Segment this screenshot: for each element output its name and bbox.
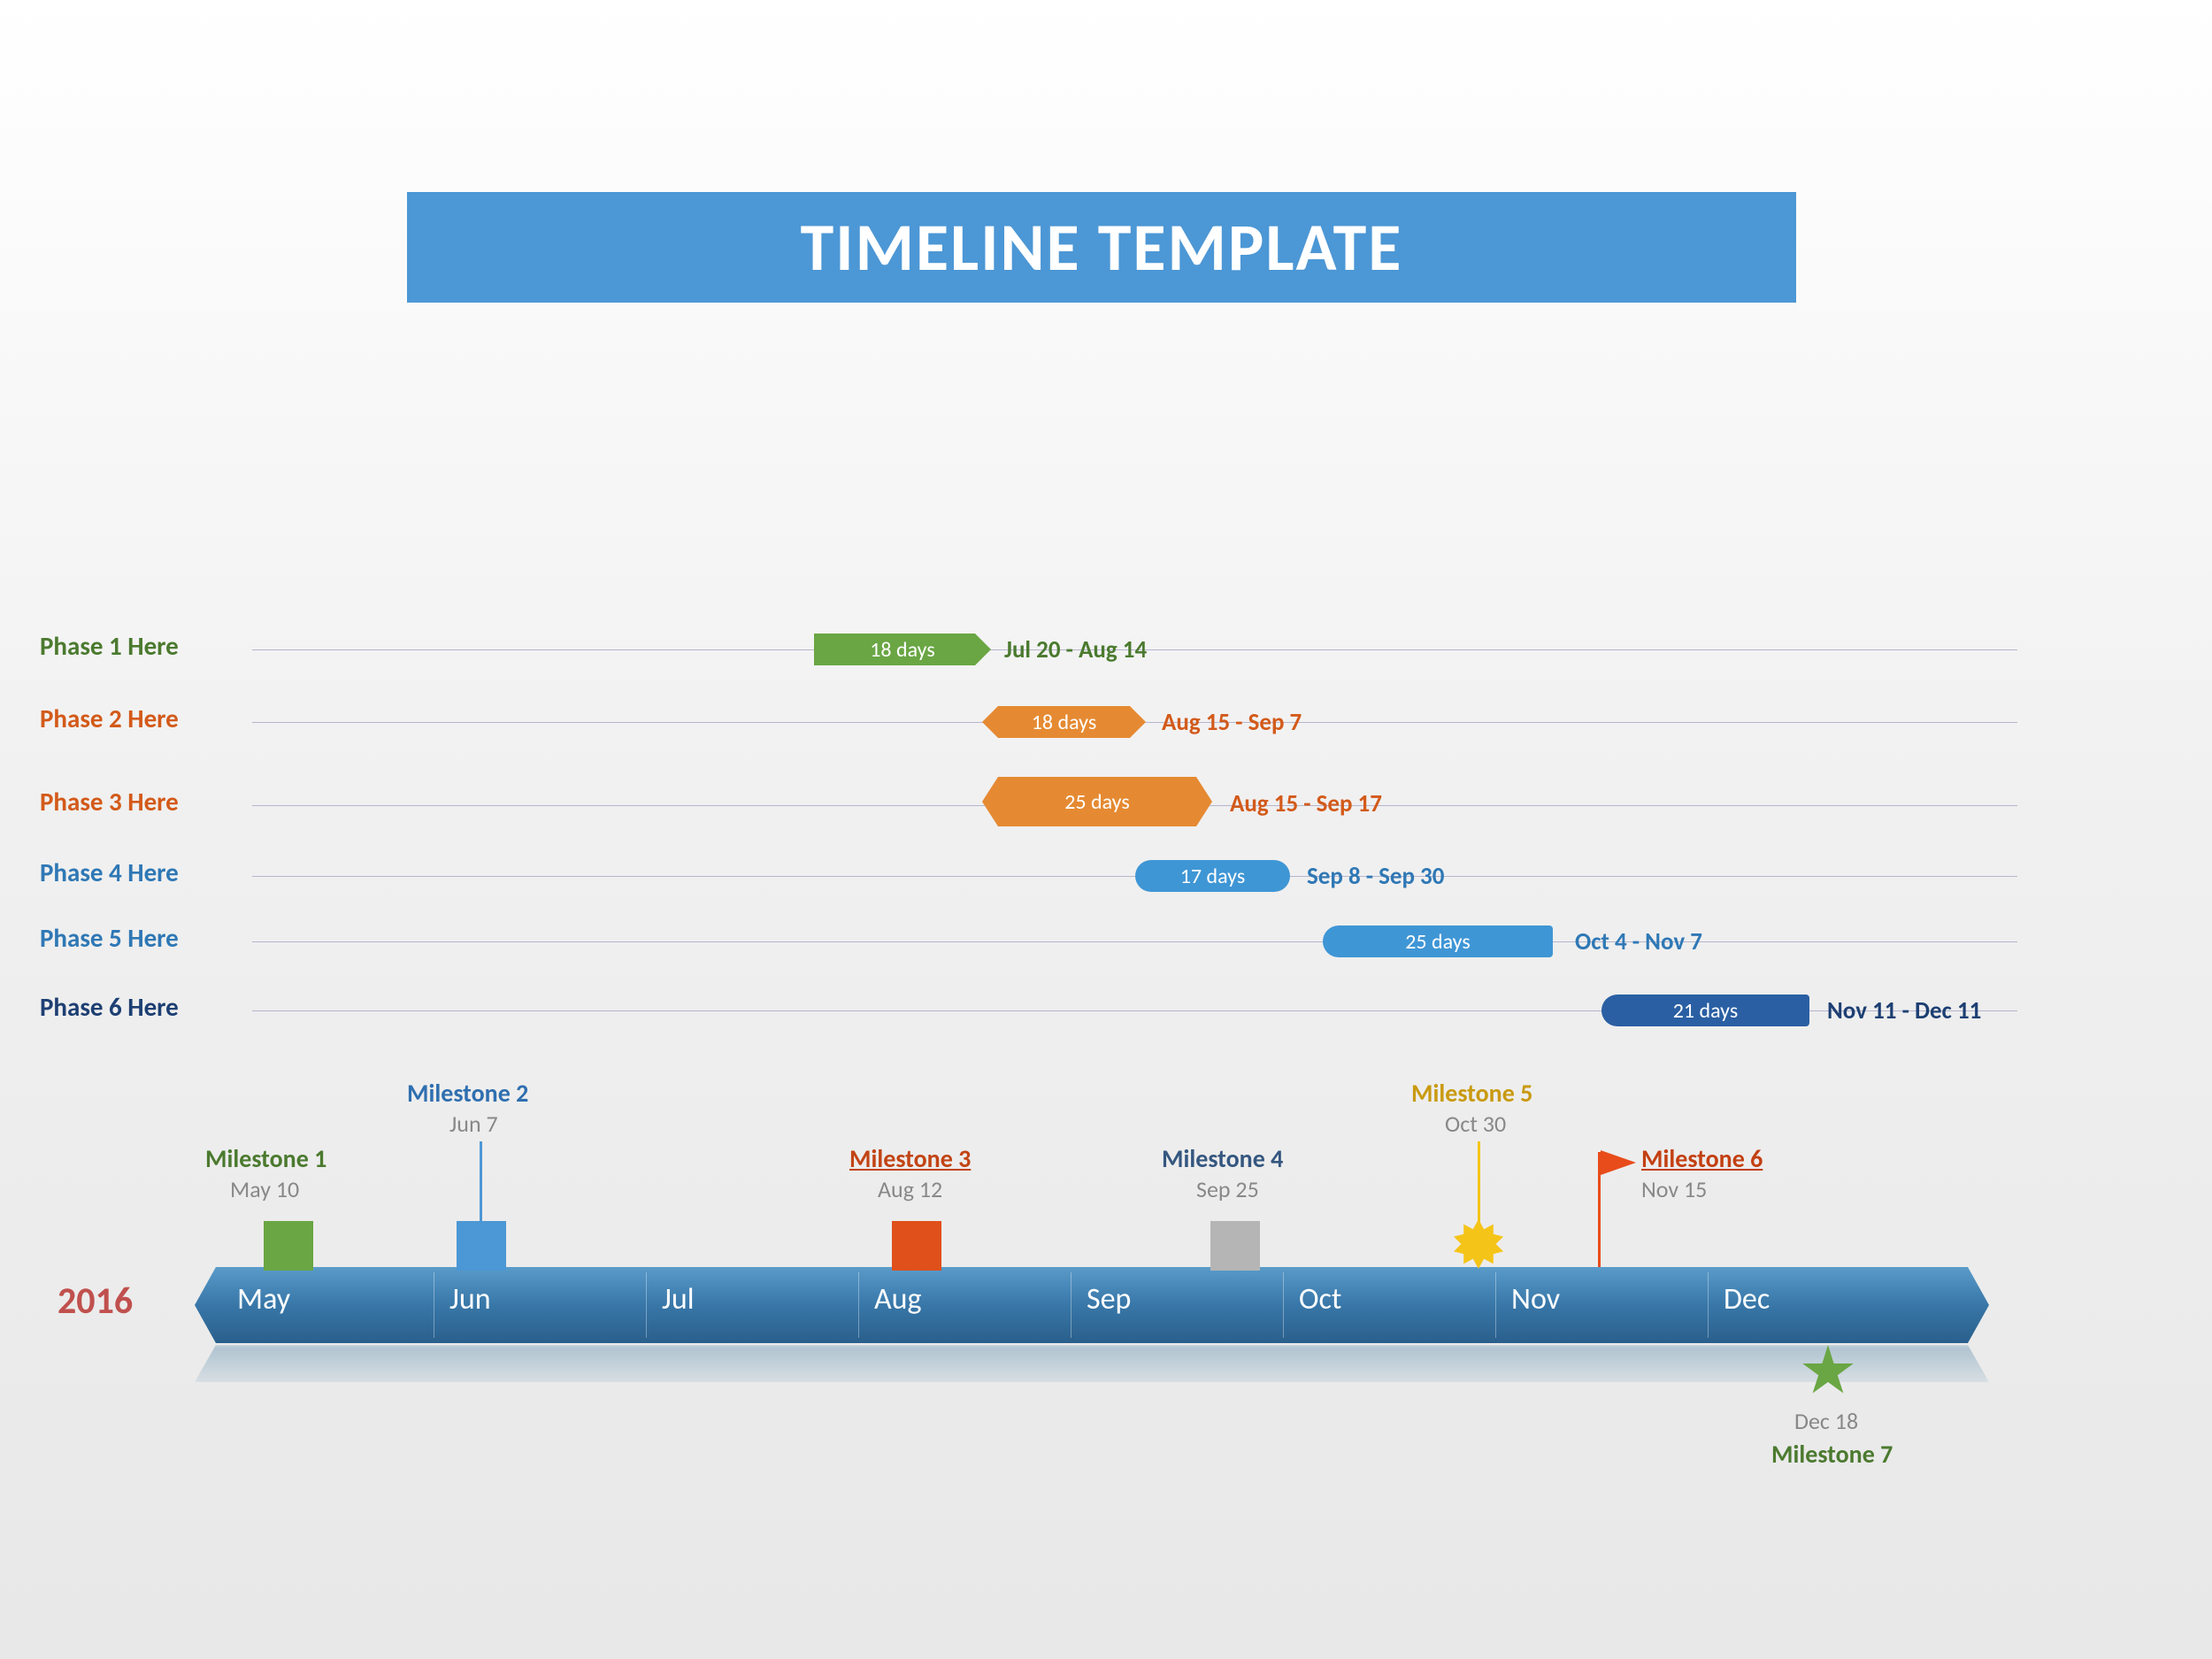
phase-bar: 21 days — [1601, 995, 1809, 1026]
milestone-date: Aug 12 — [878, 1175, 942, 1203]
milestone-name: Milestone 5 — [1411, 1078, 1532, 1109]
milestone-name: Milestone 1 — [205, 1143, 326, 1174]
phase-range: Aug 15 - Sep 7 — [1162, 708, 1302, 737]
milestone-name: Milestone 4 — [1162, 1143, 1283, 1174]
phase-label: Phase 3 Here — [40, 786, 179, 818]
milestone-name: Milestone 6 — [1641, 1143, 1763, 1174]
phase-bar: 18 days — [982, 706, 1146, 738]
month-label: Jun — [449, 1281, 491, 1317]
milestone-stem — [1478, 1141, 1480, 1230]
square-icon — [1210, 1221, 1260, 1271]
month-tick — [1495, 1272, 1496, 1338]
month-tick — [858, 1272, 859, 1338]
phase-duration: 21 days — [1673, 998, 1738, 1024]
month-label: Nov — [1511, 1281, 1560, 1317]
phase-label: Phase 4 Here — [40, 856, 179, 888]
phase-row: Phase 4 Here 17 days Sep 8 - Sep 30 — [40, 856, 2017, 897]
milestone-date: Jun 7 — [449, 1110, 498, 1138]
square-icon — [892, 1221, 941, 1271]
milestone-name: Milestone 2 — [407, 1078, 528, 1109]
phase-label: Phase 1 Here — [40, 630, 179, 662]
milestone-date: Nov 15 — [1641, 1175, 1707, 1203]
title-text: TIMELINE TEMPLATE — [801, 207, 1403, 288]
month-label: Oct — [1299, 1281, 1341, 1317]
month-label: Jul — [662, 1281, 695, 1317]
phase-bar: 18 days — [814, 634, 991, 665]
month-label: Dec — [1724, 1281, 1770, 1317]
phase-duration: 25 days — [1064, 789, 1129, 815]
phase-label: Phase 5 Here — [40, 922, 179, 954]
phase-bar: 25 days — [1323, 926, 1553, 957]
phase-range: Aug 15 - Sep 17 — [1230, 789, 1382, 818]
phase-duration: 25 days — [1405, 929, 1470, 955]
timeline-reflection — [195, 1345, 1989, 1398]
square-icon — [457, 1221, 506, 1271]
phase-row: Phase 3 Here 25 days Aug 15 - Sep 17 — [40, 775, 2017, 828]
milestone-name: Milestone 7 — [1771, 1439, 1893, 1470]
phase-label: Phase 6 Here — [40, 991, 179, 1023]
month-label: May — [237, 1281, 290, 1317]
phase-range: Nov 11 - Dec 11 — [1827, 996, 1981, 1025]
phase-duration: 17 days — [1180, 864, 1245, 889]
month-tick — [1708, 1272, 1709, 1338]
milestone-name: Milestone 3 — [849, 1143, 971, 1174]
milestone-date: May 10 — [230, 1175, 299, 1203]
month-tick — [1283, 1272, 1284, 1338]
phase-range: Sep 8 - Sep 30 — [1307, 862, 1444, 891]
phase-duration: 18 days — [1032, 710, 1096, 735]
phase-guideline — [252, 941, 2017, 942]
milestone-stem — [480, 1141, 482, 1221]
phase-row: Phase 1 Here 18 days Jul 20 - Aug 14 — [40, 630, 2017, 671]
title-banner: TIMELINE TEMPLATE — [407, 192, 1796, 303]
phase-range: Oct 4 - Nov 7 — [1575, 927, 1702, 956]
phase-row: Phase 6 Here 21 days Nov 11 - Dec 11 — [40, 991, 2017, 1032]
phase-duration: 18 days — [870, 637, 934, 663]
phase-bar: 25 days — [982, 777, 1212, 826]
milestone-date: Oct 30 — [1445, 1110, 1506, 1138]
month-label: Aug — [874, 1281, 922, 1317]
starburst-icon — [1454, 1219, 1503, 1269]
milestone-date: Dec 18 — [1794, 1407, 1858, 1435]
year-label: 2016 — [58, 1279, 133, 1324]
phase-row: Phase 2 Here 18 days Aug 15 - Sep 7 — [40, 703, 2017, 743]
milestone-date: Sep 25 — [1196, 1175, 1259, 1203]
phase-row: Phase 5 Here 25 days Oct 4 - Nov 7 — [40, 922, 2017, 963]
phase-bar: 17 days — [1135, 860, 1290, 892]
phase-label: Phase 2 Here — [40, 703, 179, 734]
month-label: Sep — [1087, 1281, 1131, 1317]
month-tick — [646, 1272, 647, 1338]
flag-triangle — [1601, 1150, 1636, 1175]
phase-range: Jul 20 - Aug 14 — [1004, 635, 1147, 664]
square-icon — [264, 1221, 313, 1271]
